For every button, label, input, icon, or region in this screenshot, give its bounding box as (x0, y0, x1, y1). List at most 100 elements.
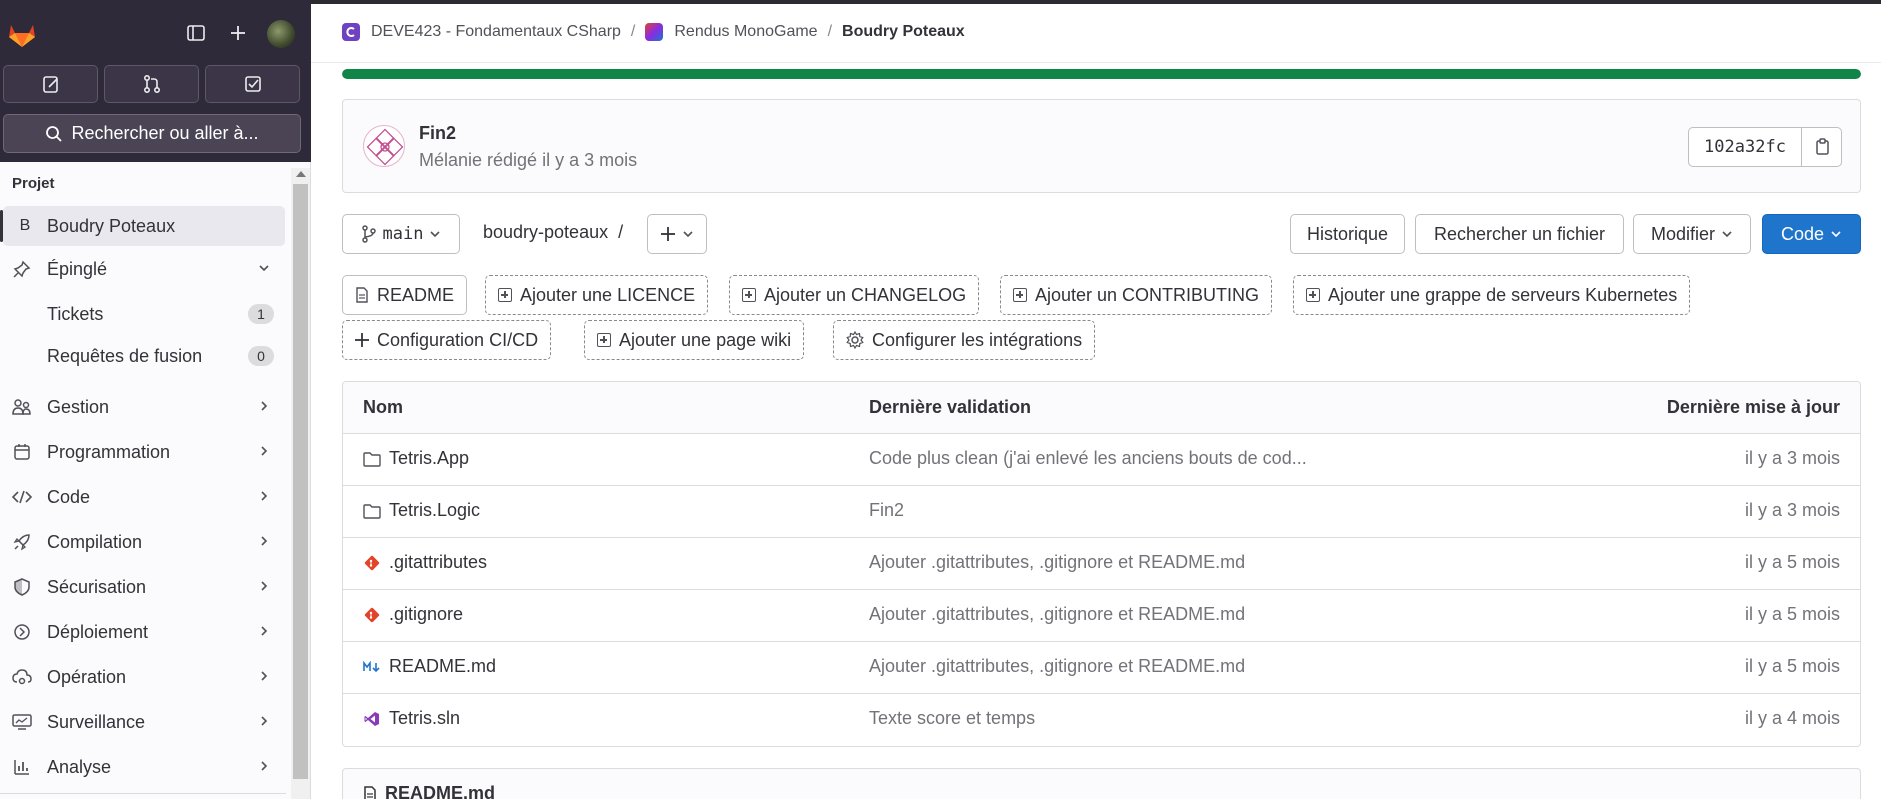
project-initial-avatar: B (19, 217, 31, 234)
file-name-cell[interactable]: Tetris.App (363, 448, 469, 469)
last-update-cell: il y a 4 mois (1744, 708, 1840, 728)
sidebar-toggle-icon[interactable] (183, 20, 209, 46)
history-button[interactable]: Historique (1290, 214, 1405, 254)
readme-quick-button[interactable]: README (342, 275, 468, 315)
merge-requests-button[interactable] (104, 65, 199, 103)
commit-message-cell[interactable]: Ajouter .gitattributes, .gitignore et RE… (869, 552, 1245, 573)
repo-path[interactable]: boudry-poteaux / (483, 222, 623, 243)
sidebar-item-pinned[interactable]: Épinglé (0, 249, 286, 289)
create-new-icon[interactable] (225, 20, 251, 46)
user-avatar[interactable] (267, 20, 295, 48)
commit-title[interactable]: Fin2 (419, 123, 456, 144)
cicd-config-button[interactable]: Configuration CI/CD (342, 320, 552, 360)
configure-integrations-button[interactable]: Configurer les intégrations (833, 320, 1096, 360)
code-label: Code (1780, 223, 1825, 244)
last-update-cell: il y a 3 mois (1744, 448, 1840, 468)
modify-dropdown[interactable]: Modifier (1633, 214, 1751, 254)
file-name-cell[interactable]: Tetris.sln (363, 708, 460, 729)
breadcrumb-project[interactable]: Boudry Poteaux (842, 23, 965, 41)
sidebar-item-analyse[interactable]: Analyse (0, 747, 286, 787)
gitlab-logo-icon[interactable] (6, 18, 38, 50)
sidebar-item-surveillance[interactable]: Surveillance (0, 702, 286, 742)
search-label: Rechercher ou aller à... (71, 123, 259, 143)
file-name-cell[interactable]: README.md (363, 656, 496, 677)
quick-action-label: Configurer les intégrations (872, 329, 1083, 350)
plus-square-icon (1306, 288, 1320, 302)
add-license-button[interactable]: Ajouter une LICENCE (485, 275, 709, 315)
table-row[interactable]: .gitignore Ajouter .gitattributes, .giti… (343, 590, 1860, 642)
chevron-right-icon (258, 489, 270, 505)
copy-icon (1815, 138, 1829, 155)
add-wiki-button[interactable]: Ajouter une page wiki (584, 320, 805, 360)
file-name-cell[interactable]: Tetris.Logic (363, 500, 480, 521)
breadcrumb-subgroup[interactable]: Rendus MonoGame (674, 23, 817, 41)
add-to-tree-button[interactable] (647, 214, 707, 254)
code-dropdown[interactable]: Code (1762, 214, 1861, 254)
commit-message-cell[interactable]: Texte score et temps (869, 708, 1035, 729)
scroll-up-arrow-icon[interactable] (296, 171, 306, 177)
plus-square-icon (498, 288, 512, 302)
commit-sha[interactable]: 102a32fc (1688, 127, 1802, 167)
sidebar-item-label: Programmation (47, 441, 171, 462)
copy-sha-button[interactable] (1801, 127, 1842, 167)
readme-panel-title[interactable]: README.md (363, 783, 495, 799)
plus-square-icon (742, 288, 756, 302)
readme-filename: README.md (385, 783, 496, 799)
sidebar-item-gestion[interactable]: Gestion (0, 387, 286, 427)
breadcrumb-separator: / (827, 23, 833, 40)
chevron-down-icon (258, 261, 270, 277)
sidebar-item-merge-requests[interactable]: Requêtes de fusion 0 (0, 336, 286, 376)
commit-author-avatar[interactable] (363, 125, 405, 167)
commit-message-cell[interactable]: Ajouter .gitattributes, .gitignore et RE… (869, 656, 1245, 677)
subgroup-avatar-icon (645, 23, 664, 41)
sidebar-scrollbar[interactable] (291, 168, 310, 799)
count-badge: 0 (248, 346, 274, 366)
calendar-icon (12, 442, 32, 462)
sidebar-item-compilation[interactable]: Compilation (0, 522, 286, 562)
todos-button[interactable] (205, 65, 300, 103)
breadcrumb-group[interactable]: DEVE423 - Fondamentaux CSharp (371, 23, 621, 41)
commit-message-cell[interactable]: Code plus clean (j'ai enlevé les anciens… (869, 448, 1307, 469)
branch-selector[interactable]: main (342, 214, 460, 254)
scrollbar-thumb[interactable] (293, 184, 308, 779)
table-row[interactable]: Tetris.Logic Fin2 il y a 3 mois (343, 486, 1860, 538)
deploy-icon (12, 622, 32, 642)
sidebar-item-deploiement[interactable]: Déploiement (0, 612, 286, 652)
file-name-cell[interactable]: .gitattributes (363, 552, 487, 573)
table-row[interactable]: Tetris.sln Texte score et temps il y a 4… (343, 694, 1860, 746)
file-name-cell[interactable]: .gitignore (363, 604, 463, 625)
sidebar-item-label: Boudry Poteaux (47, 215, 176, 236)
chevron-right-icon (258, 624, 270, 640)
search-button[interactable]: Rechercher ou aller à... (3, 114, 301, 153)
quick-action-label: Ajouter un CONTRIBUTING (1035, 284, 1260, 305)
sidebar-item-securisation[interactable]: Sécurisation (0, 567, 286, 607)
sidebar-item-tickets[interactable]: Tickets 1 (0, 294, 286, 334)
git-icon (363, 554, 381, 572)
sidebar: Rechercher ou aller à... Projet B Boudry… (0, 0, 311, 799)
add-changelog-button[interactable]: Ajouter un CHANGELOG (729, 275, 980, 315)
folder-icon (363, 502, 381, 520)
code-icon (12, 487, 32, 507)
search-icon (46, 125, 63, 142)
table-row[interactable]: .gitattributes Ajouter .gitattributes, .… (343, 538, 1860, 590)
header-divider (311, 62, 1881, 63)
find-file-button[interactable]: Rechercher un fichier (1415, 214, 1624, 254)
commit-message-cell[interactable]: Fin2 (869, 500, 904, 521)
table-row[interactable]: README.md Ajouter .gitattributes, .gitig… (343, 642, 1860, 694)
file-name: README.md (389, 656, 497, 676)
sidebar-item-code[interactable]: Code (0, 477, 286, 517)
sidebar-item-programmation[interactable]: Programmation (0, 432, 286, 472)
chevron-down-icon (1831, 231, 1841, 238)
add-contributing-button[interactable]: Ajouter un CONTRIBUTING (1000, 275, 1273, 315)
sidebar-item-operation[interactable]: Opération (0, 657, 286, 697)
plus-square-icon (597, 333, 611, 347)
table-row[interactable]: Tetris.App Code plus clean (j'ai enlevé … (343, 434, 1860, 486)
add-kubernetes-button[interactable]: Ajouter une grappe de serveurs Kubernete… (1293, 275, 1691, 315)
file-name: Tetris.sln (389, 708, 461, 728)
commit-meta: Mélanie rédigé il y a 3 mois (419, 150, 638, 170)
issues-button[interactable] (3, 65, 98, 103)
pipeline-progress-bar[interactable] (342, 69, 1861, 79)
quick-action-label: README (377, 284, 455, 305)
sidebar-item-project[interactable]: B Boudry Poteaux (0, 206, 285, 246)
commit-message-cell[interactable]: Ajouter .gitattributes, .gitignore et RE… (869, 604, 1245, 625)
